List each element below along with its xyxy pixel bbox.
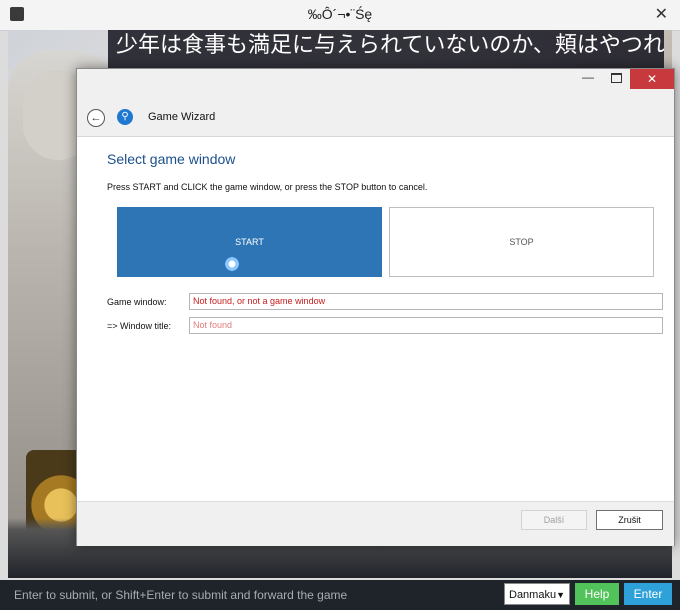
wizard-title: Game Wizard — [148, 111, 216, 123]
maximize-icon[interactable] — [611, 73, 622, 83]
instruction-text: Press START and CLICK the game window, o… — [107, 182, 428, 192]
game-window-title: ‰Ô´¬•¨Śę — [307, 6, 373, 22]
window-title-field[interactable]: Not found — [189, 317, 663, 334]
game-window-field[interactable]: Not found, or not a game window — [189, 293, 663, 310]
window-title-label: => Window title: — [107, 321, 172, 331]
game-window-label: Game window: — [107, 297, 167, 307]
mode-select[interactable]: Danmaku ▼ — [504, 583, 570, 605]
wizard-close-button[interactable]: ✕ — [630, 69, 674, 89]
game-titlebar: ‰Ô´¬•¨Śę ✕ — [0, 0, 680, 31]
close-icon[interactable]: ✕ — [655, 4, 668, 24]
cancel-button[interactable]: Zrušit — [596, 510, 663, 530]
chevron-down-icon: ▼ — [556, 590, 565, 600]
wizard-nav: ← ⚲ Game Wizard — [77, 91, 674, 137]
text-input[interactable]: Enter to submit, or Shift+Enter to submi… — [14, 584, 502, 606]
game-wizard-dialog: — ✕ ← ⚲ Game Wizard Select game window P… — [76, 68, 675, 546]
wizard-titlebar: — ✕ — [77, 69, 674, 91]
enter-button[interactable]: Enter — [624, 583, 672, 605]
minimize-icon[interactable]: — — [582, 70, 594, 84]
page-title: Select game window — [107, 151, 236, 167]
wizard-footer: Další Zrušit — [77, 501, 674, 546]
spinner-icon — [224, 256, 240, 272]
help-button[interactable]: Help — [575, 583, 619, 605]
back-arrow-icon[interactable]: ← — [87, 109, 105, 127]
start-button[interactable]: START — [117, 207, 382, 277]
stop-button[interactable]: STOP — [389, 207, 654, 277]
search-icon: ⚲ — [117, 109, 133, 125]
mode-select-value: Danmaku — [509, 589, 557, 601]
next-button[interactable]: Další — [521, 510, 587, 530]
